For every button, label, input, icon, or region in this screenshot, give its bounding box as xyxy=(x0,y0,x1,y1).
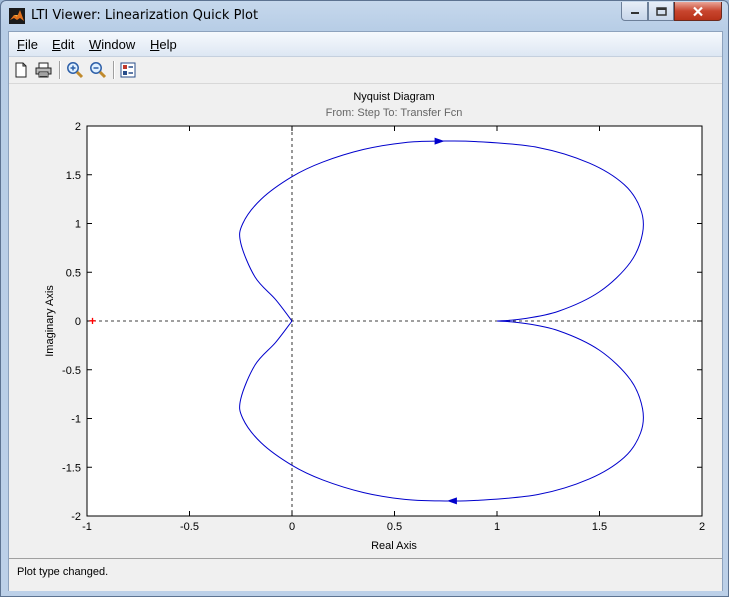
minimize-icon xyxy=(630,12,639,14)
x-tick-label: -1 xyxy=(82,521,92,533)
toolbar-separator xyxy=(59,61,60,79)
zoom-out-button[interactable] xyxy=(88,60,108,80)
menu-window[interactable]: Window xyxy=(89,37,135,52)
toolbar xyxy=(9,57,722,84)
plot-config-icon xyxy=(120,62,136,78)
x-tick-label: 2 xyxy=(699,521,705,533)
plot-area: Nyquist Diagram From: Step To: Transfer … xyxy=(9,84,722,556)
minimize-button[interactable] xyxy=(621,2,648,21)
critical-point-marker: + xyxy=(89,314,96,328)
close-icon xyxy=(693,6,703,16)
window-title: LTI Viewer: Linearization Quick Plot xyxy=(31,8,259,23)
menu-bar: File Edit Window Help xyxy=(9,32,722,57)
zoom-in-icon xyxy=(67,62,84,79)
x-tick-label: 0 xyxy=(289,521,295,533)
zoom-out-icon xyxy=(90,62,107,79)
new-file-icon xyxy=(15,62,27,78)
status-bar: Plot type changed. xyxy=(9,558,722,591)
x-tick-label: 1.5 xyxy=(592,521,607,533)
y-tick-label: 0.5 xyxy=(66,267,81,279)
y-tick-label: 2 xyxy=(75,121,81,133)
y-tick-label: -1.5 xyxy=(62,462,81,474)
title-bar[interactable]: LTI Viewer: Linearization Quick Plot xyxy=(1,1,728,31)
x-tick-label: 1 xyxy=(494,521,500,533)
y-tick-label: -2 xyxy=(71,511,81,523)
y-tick-label: -1 xyxy=(71,414,81,426)
y-tick-label: 0 xyxy=(75,316,81,328)
print-button[interactable] xyxy=(33,60,53,80)
maximize-button[interactable] xyxy=(648,2,674,21)
menu-file[interactable]: File xyxy=(17,37,38,52)
x-tick-label: 0.5 xyxy=(387,521,402,533)
x-axis-label: Real Axis xyxy=(371,540,417,552)
plot-config-button[interactable] xyxy=(118,60,138,80)
chart-title: Nyquist Diagram xyxy=(353,91,434,103)
toolbar-separator xyxy=(113,61,114,79)
new-file-button[interactable] xyxy=(11,60,31,80)
y-tick-label: 1 xyxy=(75,219,81,231)
matlab-logo-icon xyxy=(9,8,25,24)
y-tick-label: 1.5 xyxy=(66,170,81,182)
y-tick-label: -0.5 xyxy=(62,365,81,377)
menu-help[interactable]: Help xyxy=(150,37,177,52)
close-button[interactable] xyxy=(674,2,722,21)
client-area: File Edit Window Help Nyquist Diagram Fr… xyxy=(8,31,723,591)
x-tick-label: -0.5 xyxy=(180,521,199,533)
zoom-in-button[interactable] xyxy=(65,60,85,80)
chart-subtitle: From: Step To: Transfer Fcn xyxy=(326,107,463,119)
print-icon xyxy=(35,62,51,78)
y-axis-label: Imaginary Axis xyxy=(44,285,56,357)
menu-edit[interactable]: Edit xyxy=(52,37,74,52)
nyquist-chart[interactable]: Nyquist Diagram From: Step To: Transfer … xyxy=(9,84,722,556)
status-text: Plot type changed. xyxy=(17,566,109,578)
app-window: LTI Viewer: Linearization Quick Plot Fil… xyxy=(0,0,729,597)
maximize-icon xyxy=(655,6,667,16)
